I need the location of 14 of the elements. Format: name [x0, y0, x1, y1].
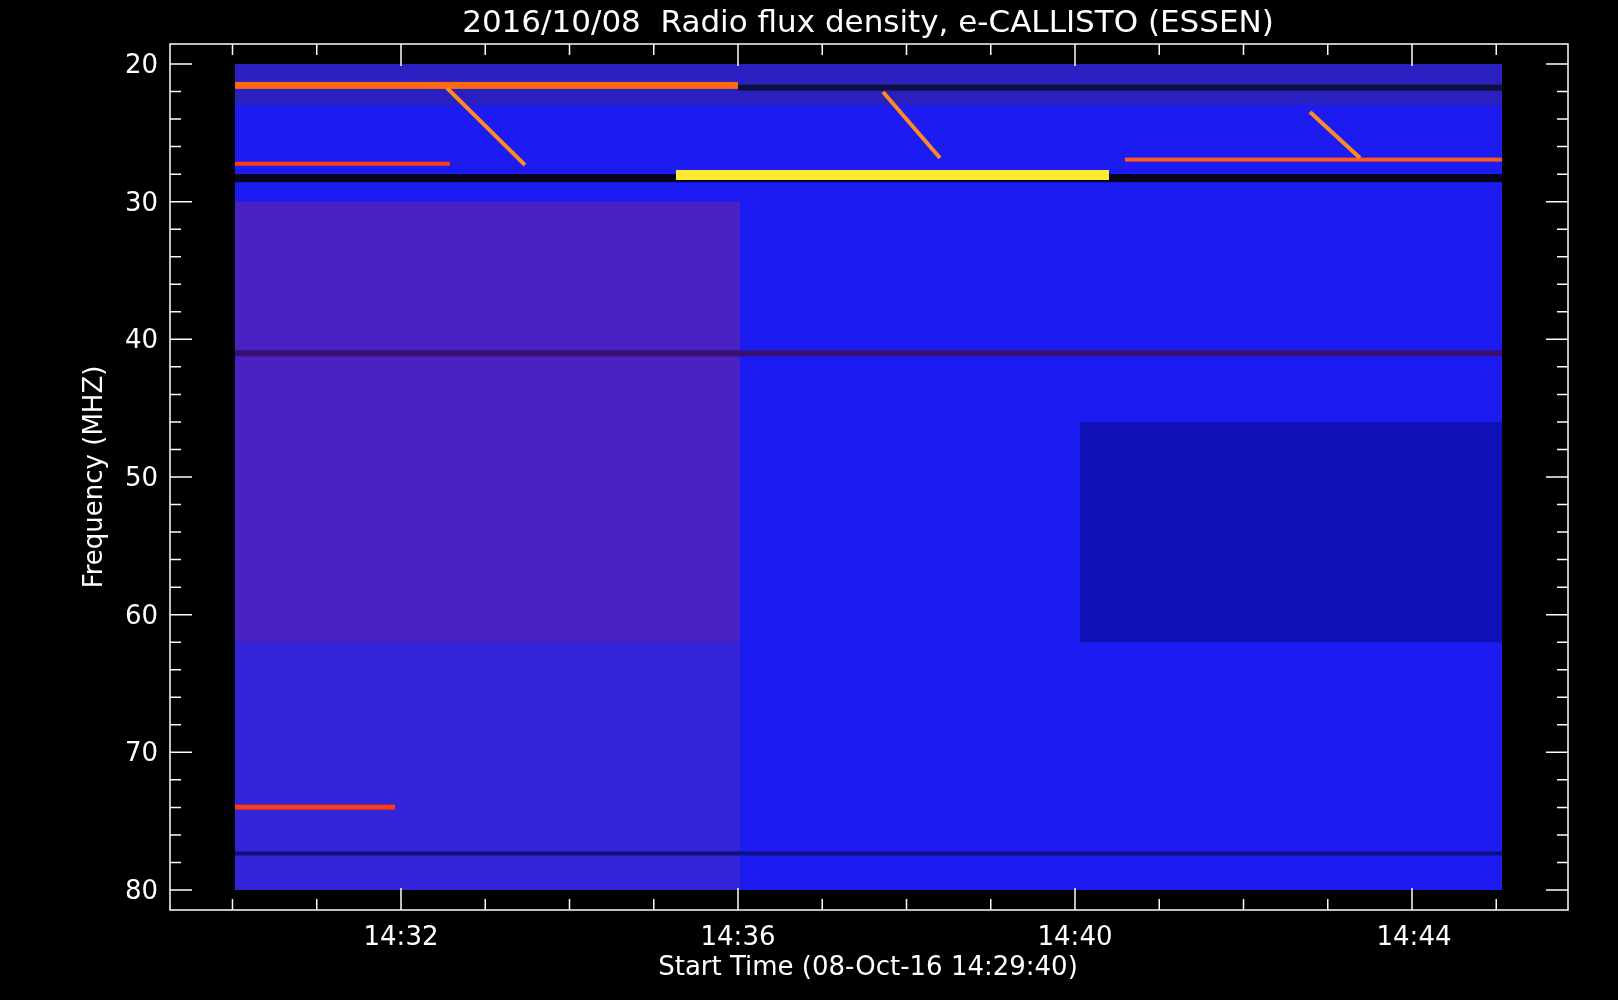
y-tick-label: 40	[124, 324, 158, 355]
chart-title: 2016/10/08 Radio flux density, e-CALLISTO (ESSEN)	[462, 3, 1274, 39]
y-tick-label: 50	[124, 462, 158, 492]
y-tick-label: 20	[124, 49, 158, 79]
x-axis-label: Start Time (08-Oct-16 14:29:40)	[658, 951, 1078, 981]
x-tick-label: 14:40	[1037, 921, 1113, 951]
x-tick-label: 14:32	[363, 921, 439, 951]
y-axis-label: Frequency (MHZ)	[78, 365, 108, 589]
y-tick-label: 60	[124, 599, 158, 630]
y-tick-label: 80	[124, 875, 158, 905]
x-tick-label: 14:44	[1376, 921, 1452, 951]
y-tick-label: 70	[124, 737, 158, 768]
x-tick-label: 14:36	[700, 921, 776, 951]
y-tick-label: 30	[124, 186, 158, 217]
